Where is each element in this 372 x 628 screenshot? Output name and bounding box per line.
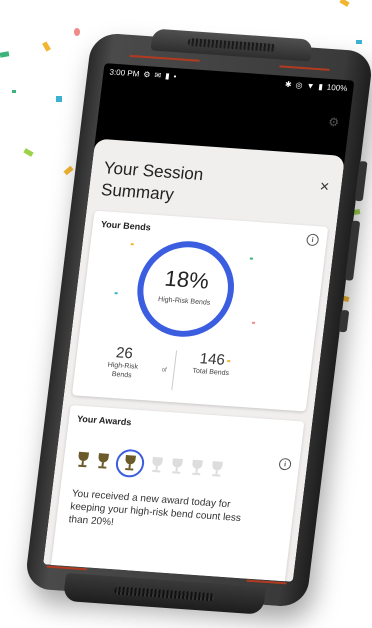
location-icon: ◎ — [295, 80, 304, 90]
ring-inner: 18% High-Risk Bends — [138, 244, 233, 334]
trophy-icon — [169, 458, 185, 475]
status-time: 3:00 PM — [109, 67, 140, 79]
close-icon[interactable]: × — [319, 178, 330, 197]
stats-divider — [171, 350, 178, 391]
confetti-piece — [23, 148, 34, 157]
status-left: 3:00 PM ⚙ ✉ ▮ • — [109, 67, 177, 81]
bluetooth-icon: ✱ — [284, 79, 293, 89]
confetti-dot — [251, 321, 256, 324]
confetti-piece — [56, 96, 62, 102]
trophy-icon — [149, 456, 165, 474]
total-count-stat: 146 Total Bends — [185, 349, 238, 378]
confetti-piece — [0, 51, 10, 58]
bends-card: Your Bends i 18% High-Risk Bends 26 High… — [71, 210, 329, 412]
trophy-row — [74, 446, 225, 484]
speaker-grill — [187, 37, 277, 53]
confetti-piece — [74, 28, 80, 36]
confetti-piece — [339, 0, 350, 7]
confetti-dot — [130, 243, 134, 246]
trophy-icon — [75, 451, 91, 469]
trophy-icon — [209, 461, 225, 478]
mail-status-icon: ✉ — [153, 70, 162, 80]
confetti-piece — [356, 40, 362, 44]
trophy-icon — [95, 453, 111, 470]
confetti-piece — [63, 165, 74, 176]
high-risk-percent: 18% — [163, 265, 211, 294]
battery-small-icon: ▮ — [164, 70, 171, 81]
battery-percent: 100% — [326, 82, 348, 93]
sheet-title: Your Session Summary — [100, 158, 205, 205]
high-risk-count-stat: 26 High-Risk Bends — [96, 343, 150, 381]
confetti-piece — [42, 41, 51, 52]
speaker-grill — [113, 586, 215, 602]
confetti-dot — [249, 257, 253, 260]
high-risk-progress-ring: 18% High-Risk Bends — [131, 238, 240, 341]
of-label: of — [161, 367, 167, 374]
current-trophy-highlight — [114, 448, 146, 479]
awards-card-title: Your Awards — [76, 413, 132, 428]
dot-icon: • — [173, 71, 177, 81]
trophy-icon — [122, 455, 138, 472]
confetti-piece — [12, 90, 16, 93]
awards-card: Your Awards i You received a new award t… — [49, 405, 305, 582]
info-icon[interactable]: i — [278, 457, 292, 471]
high-risk-count-label: High-Risk Bends — [107, 361, 139, 380]
gear-icon[interactable]: ⚙ — [327, 115, 339, 130]
status-right: ✱ ◎ ▼ ▮ 100% — [284, 79, 348, 92]
award-message: You received a new award today for keepi… — [68, 488, 242, 529]
info-icon[interactable]: i — [305, 233, 320, 247]
bends-card-title: Your Bends — [100, 219, 152, 233]
gear-status-icon: ⚙ — [142, 69, 152, 79]
high-risk-percent-label: High-Risk Bends — [157, 296, 211, 307]
trophy-icon — [189, 459, 205, 477]
session-summary-sheet: Your Session Summary × Your Bends i 18% … — [43, 138, 346, 582]
confetti-dot — [114, 292, 118, 295]
wifi-icon: ▼ — [306, 80, 316, 91]
battery-icon: ▮ — [317, 81, 324, 91]
